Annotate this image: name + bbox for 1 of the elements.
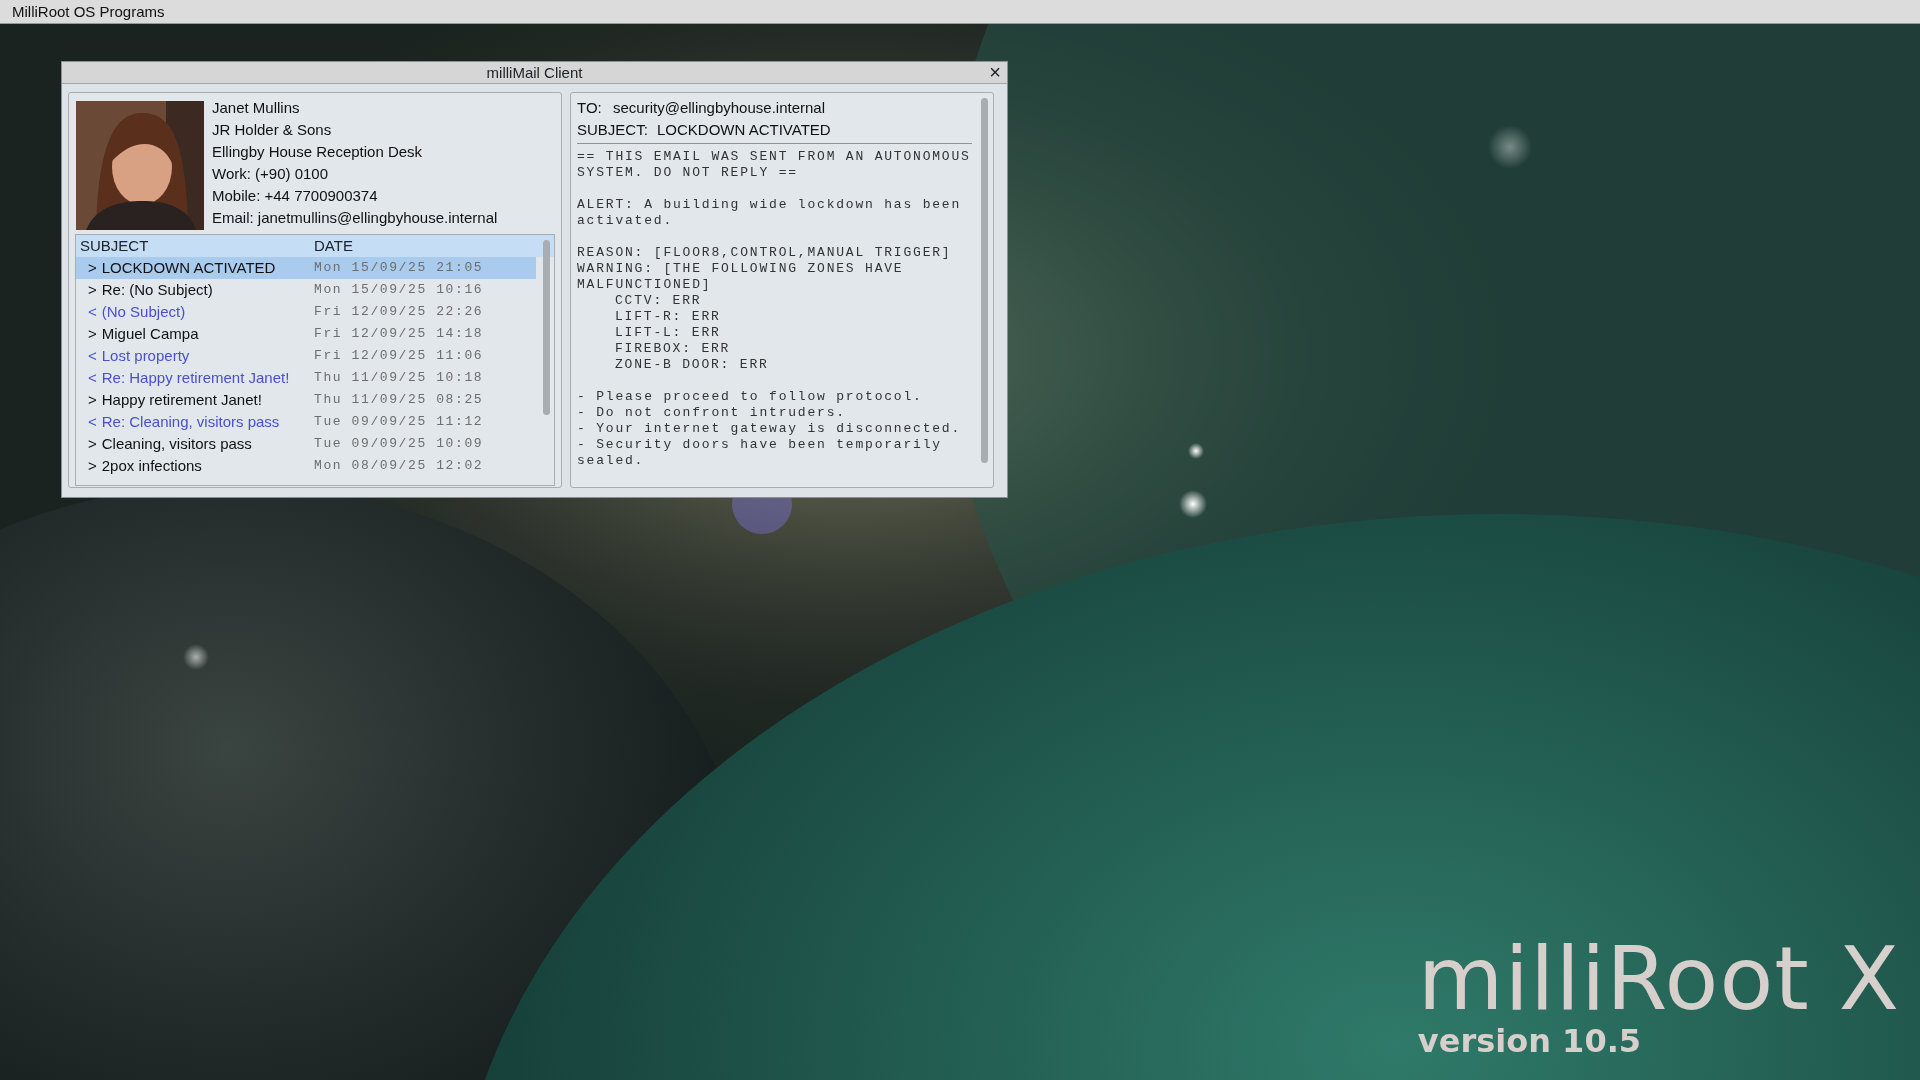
menu-bar-title: MilliRoot OS Programs [0, 0, 1920, 24]
